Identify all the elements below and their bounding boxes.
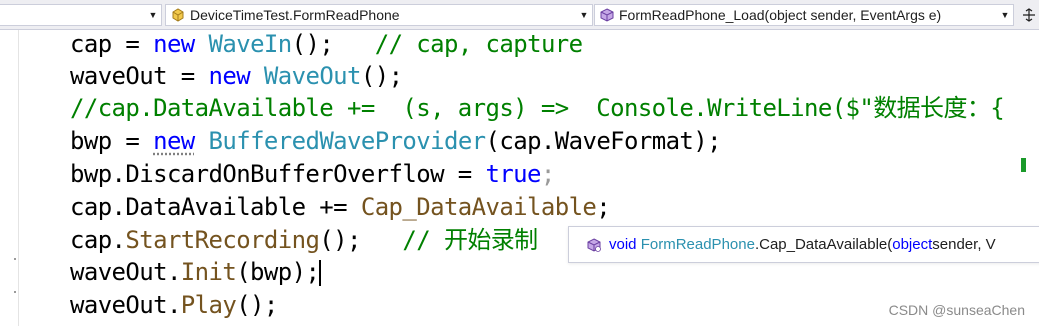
code-editor[interactable]: cap = new WaveIn(); // cap, capture wave… [0,30,1039,326]
split-editor-icon[interactable] [1020,6,1038,24]
tooltip-class-name: FormReadPhone [641,236,755,253]
tooltip-params: sender, V [932,236,995,253]
code-line-8[interactable]: waveOut.Init(bwp); [70,256,321,289]
tooltip-return-type: void [609,236,637,253]
navigation-bar: ▼ DeviceTimeTest.FormReadPhone ▼ FormRea… [0,0,1039,30]
code-line-3[interactable]: //cap.DataAvailable += (s, args) => Cons… [70,92,1004,125]
chevron-down-icon[interactable]: ▼ [997,5,1013,25]
text-caret [319,260,321,286]
chevron-down-icon[interactable]: ▼ [576,5,592,25]
method-icon [585,236,603,254]
tooltip-method-name: .Cap_DataAvailable( [755,236,892,253]
overview-margin[interactable] [1014,30,1039,326]
code-line-6[interactable]: cap.DataAvailable += Cap_DataAvailable; [70,191,610,224]
project-dropdown[interactable]: ▼ [0,4,162,26]
code-line-5[interactable]: bwp.DiscardOnBufferOverflow = true; [70,158,555,191]
whitespace-marker [14,258,16,260]
code-line-1[interactable]: cap = new WaveIn(); // cap, capture [70,28,583,61]
code-line-9[interactable]: waveOut.Play(); [70,289,278,322]
quick-info-tooltip: void FormReadPhone .Cap_DataAvailable( o… [568,226,1039,263]
code-line-4[interactable]: bwp = new BufferedWaveProvider(cap.WaveF… [70,125,721,158]
class-icon [170,7,186,23]
method-icon [599,7,615,23]
whitespace-marker [14,291,16,293]
class-label: DeviceTimeTest.FormReadPhone [186,7,400,23]
indent-guide [18,30,19,326]
member-dropdown[interactable]: FormReadPhone_Load(object sender, EventA… [594,4,1014,26]
watermark: CSDN @sunseaChen [889,302,1025,318]
code-line-7[interactable]: cap.StartRecording(); // 开始录制 [70,224,538,257]
code-line-2[interactable]: waveOut = new WaveOut(); [70,60,402,93]
class-dropdown[interactable]: DeviceTimeTest.FormReadPhone ▼ [165,4,593,26]
chevron-down-icon[interactable]: ▼ [145,5,161,25]
tooltip-param-type: object [892,236,932,253]
change-marker [1021,158,1026,172]
member-label: FormReadPhone_Load(object sender, EventA… [615,7,941,23]
